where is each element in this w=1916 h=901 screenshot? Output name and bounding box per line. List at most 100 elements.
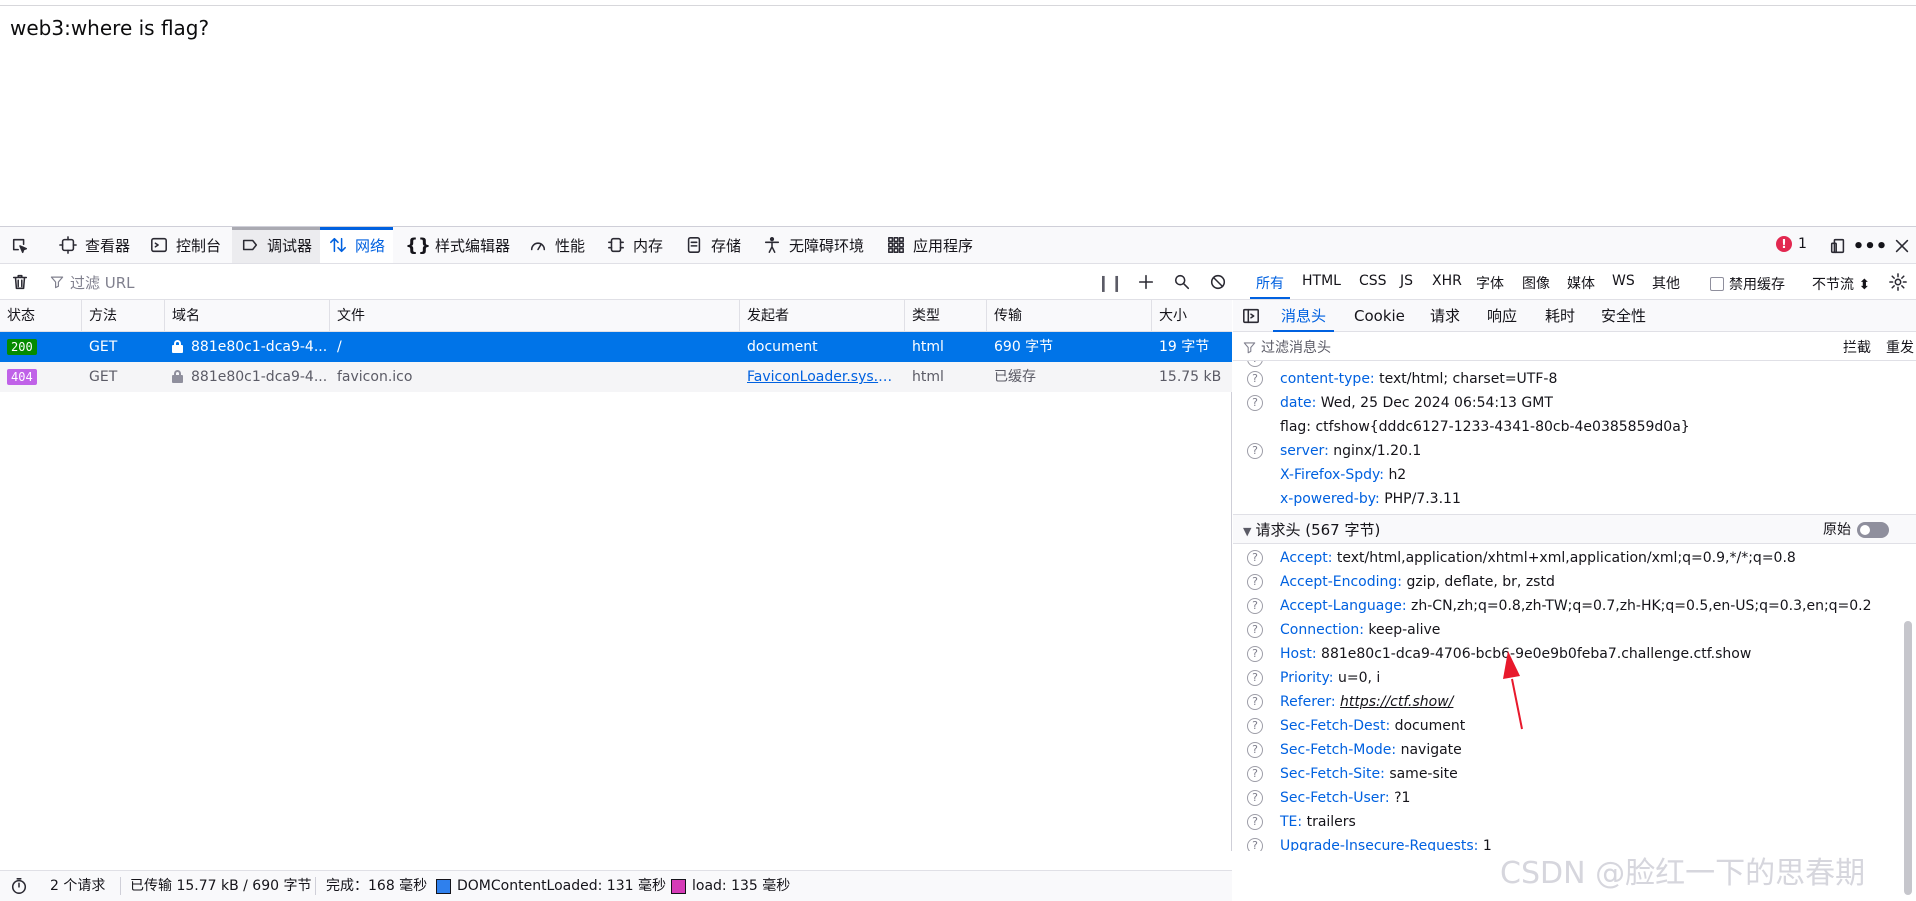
table-row[interactable]: 200 GET 881e80c1-dca9-4... / document ht… — [0, 332, 1232, 362]
tab-timings[interactable]: 耗时 — [1545, 300, 1575, 332]
help-icon[interactable]: ? — [1247, 814, 1263, 830]
help-icon[interactable]: ? — [1247, 718, 1263, 734]
filter-url-input[interactable]: 过滤 URL — [50, 270, 650, 294]
close-icon[interactable] — [1890, 234, 1914, 258]
network-statusbar: 2 个请求 已传输 15.77 kB / 690 字节 完成：168 毫秒 DO… — [0, 870, 1232, 901]
resend-button[interactable]: 重发 — [1886, 337, 1914, 357]
type-filter-js[interactable]: JS — [1400, 273, 1413, 289]
help-icon[interactable]: ? — [1247, 742, 1263, 758]
request-method: GET — [89, 369, 118, 385]
block-icon[interactable] — [1206, 270, 1230, 294]
column-type[interactable]: 类型 — [905, 300, 987, 332]
help-icon[interactable]: ? — [1247, 443, 1263, 459]
tab-application[interactable]: 应用程序 — [880, 227, 979, 263]
search-icon[interactable] — [1170, 270, 1194, 294]
dom-content-loaded: DOMContentLoaded: 131 毫秒 — [436, 871, 666, 901]
type-filter-xhr[interactable]: XHR — [1432, 273, 1462, 289]
help-icon[interactable]: ? — [1247, 550, 1263, 566]
checkbox-box — [1710, 277, 1724, 291]
browser-chrome-edge — [0, 0, 1916, 6]
column-method[interactable]: 方法 — [82, 300, 165, 332]
tab-storage[interactable]: 存储 — [678, 227, 747, 263]
help-icon[interactable]: ? — [1247, 598, 1263, 614]
help-icon[interactable]: ? — [1247, 694, 1263, 710]
column-size[interactable]: 大小 — [1152, 300, 1232, 332]
filter-icon — [50, 276, 64, 289]
settings-gear-icon[interactable] — [1886, 270, 1910, 294]
help-icon[interactable]: ? — [1247, 646, 1263, 662]
request-list-header: 状态 方法 域名 文件 发起者 类型 传输 大小 — [0, 300, 1232, 332]
pause-icon[interactable]: ❙❙ — [1097, 270, 1124, 294]
tab-request[interactable]: 请求 — [1430, 300, 1460, 332]
scrollbar[interactable] — [1904, 621, 1912, 895]
tab-cookies[interactable]: Cookie — [1354, 300, 1405, 332]
chevron-down-icon: ▼ — [1243, 525, 1252, 538]
help-icon[interactable]: ? — [1247, 622, 1263, 638]
tab-security[interactable]: 安全性 — [1601, 300, 1646, 332]
request-initiator-link[interactable]: FaviconLoader.sys.mj... — [740, 362, 905, 392]
header-key: Accept-Language: — [1280, 598, 1407, 614]
type-filter-html[interactable]: HTML — [1302, 273, 1341, 289]
table-row[interactable]: 404 GET 881e80c1-dca9-4... favicon.ico F… — [0, 362, 1232, 392]
request-headers-section-toggle[interactable]: ▼ 请求头 (567 字节) 原始 — [1233, 514, 1916, 544]
add-icon[interactable] — [1134, 270, 1158, 294]
help-icon[interactable]: ? — [1247, 670, 1263, 686]
header-value[interactable]: https://ctf.show/ — [1340, 694, 1453, 710]
header-key: Upgrade-Insecure-Requests: — [1280, 838, 1479, 851]
header-key: Accept-Encoding: — [1280, 574, 1403, 590]
type-filter-other[interactable]: 其他 — [1652, 273, 1680, 293]
help-icon[interactable]: ? — [1247, 766, 1263, 782]
toggle-panel-icon[interactable] — [1239, 304, 1263, 328]
block-button[interactable]: 拦截 — [1843, 337, 1871, 357]
raw-toggle[interactable]: 原始 — [1823, 515, 1889, 545]
header-key: X-Firefox-Spdy: — [1280, 467, 1384, 483]
dock-icon[interactable] — [1826, 234, 1850, 258]
type-filter-image[interactable]: 图像 — [1522, 273, 1550, 293]
type-filter-media[interactable]: 媒体 — [1567, 273, 1595, 293]
tab-style-editor[interactable]: {} 样式编辑器 — [402, 227, 516, 263]
type-filter-ws[interactable]: WS — [1612, 273, 1635, 289]
request-count: 2 个请求 — [50, 878, 106, 894]
filter-headers-input[interactable]: 过滤消息头 — [1243, 337, 1331, 357]
column-transfer[interactable]: 传输 — [987, 300, 1152, 332]
tab-debugger[interactable]: 调试器 — [232, 227, 321, 263]
type-filter-all[interactable]: 所有 — [1250, 273, 1290, 299]
element-picker-icon[interactable] — [8, 234, 32, 258]
help-icon[interactable]: ? — [1247, 790, 1263, 806]
type-filter-font[interactable]: 字体 — [1476, 273, 1504, 293]
type-filter-css[interactable]: CSS — [1359, 273, 1387, 289]
tab-performance[interactable]: 性能 — [522, 227, 591, 263]
header-value: zh-CN,zh;q=0.8,zh-TW;q=0.7,zh-HK;q=0.5,e… — [1411, 598, 1872, 614]
more-options-icon[interactable]: ••• — [1853, 234, 1888, 258]
help-icon[interactable]: ? — [1247, 574, 1263, 590]
tab-inspector[interactable]: 查看器 — [52, 227, 136, 263]
header-key: Sec-Fetch-Dest: — [1280, 718, 1391, 734]
help-icon[interactable]: ? — [1247, 371, 1263, 387]
error-count-badge[interactable]: ! 1 — [1776, 236, 1807, 252]
column-initiator[interactable]: 发起者 — [740, 300, 905, 332]
throttle-select[interactable]: 不节流 ⬍ — [1812, 274, 1870, 294]
divider — [120, 877, 121, 895]
header-key: Priority: — [1280, 670, 1334, 686]
header-key: Sec-Fetch-Mode: — [1280, 742, 1397, 758]
trash-icon[interactable] — [8, 270, 32, 294]
tab-headers[interactable]: 消息头 — [1272, 300, 1335, 332]
tab-response[interactable]: 响应 — [1487, 300, 1517, 332]
red-arrow-annotation — [1503, 651, 1523, 730]
header-value: h2 — [1388, 467, 1407, 483]
column-file[interactable]: 文件 — [330, 300, 740, 332]
stopwatch-icon[interactable] — [10, 871, 28, 901]
column-status[interactable]: 状态 — [0, 300, 82, 332]
tab-network[interactable]: 网络 — [320, 227, 394, 263]
column-domain[interactable]: 域名 — [165, 300, 330, 332]
header-value: nginx/1.20.1 — [1333, 443, 1422, 459]
tab-console[interactable]: 控制台 — [143, 227, 227, 263]
help-icon[interactable]: ? — [1247, 838, 1263, 851]
tab-accessibility[interactable]: 无障碍环境 — [756, 227, 870, 263]
header-key: Referer: — [1280, 694, 1336, 710]
help-icon[interactable]: ? — [1247, 395, 1263, 411]
header-key: TE: — [1280, 814, 1303, 830]
disable-cache-checkbox[interactable]: 禁用缓存 — [1710, 274, 1785, 294]
divider — [315, 877, 316, 895]
tab-memory[interactable]: 内存 — [600, 227, 669, 263]
